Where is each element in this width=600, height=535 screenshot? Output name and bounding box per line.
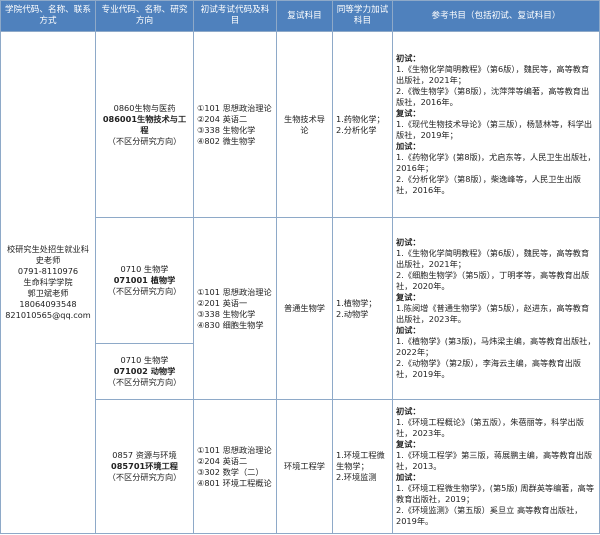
major-code-name: 086001生物技术与工程 <box>102 113 187 135</box>
reference-item: 2.《细胞生物学》（第5版），丁明孝等，高等教育出版社，2020年。 <box>396 270 590 291</box>
equivalent-cell: 1.植物学； 2.动物学 <box>332 217 393 400</box>
admissions-table: 学院代码、名称、联系方式 专业代码、名称、研究方向 初试考试代码及科目 复试科目… <box>0 0 600 534</box>
reference-heading: 初试： <box>396 406 421 416</box>
exam-subject: ①101 思想政治理论 <box>197 102 272 113</box>
equivalent-subject: 2.分析化学 <box>336 124 377 135</box>
header-major: 专业代码、名称、研究方向 <box>95 0 194 32</box>
reference-item: 1.《生物化学简明教程》（第6版），魏民等，高等教育出版社，2021年； <box>396 248 590 269</box>
reference-heading: 复试： <box>396 292 421 302</box>
major-category: 0860生物与医药 <box>113 102 176 113</box>
contact-email: 821010565@qq.com <box>5 309 91 320</box>
reference-heading: 初试： <box>396 53 421 63</box>
major-category: 0710 生物学 <box>120 355 169 365</box>
reference-item: 1.《环境工程微生物学》，(第5版) 周群英等编著，高等教育出版社，2019； <box>396 483 595 504</box>
reference-heading: 复试： <box>396 439 421 449</box>
exam-subject: ②201 英语一 <box>197 297 248 308</box>
reference-item: 2.《微生物学》（第8版），沈萍萍等编著，高等教育出版社，2016年。 <box>396 86 590 107</box>
major-code-name: 071001 植物学 <box>113 275 176 285</box>
header-exam-subjects: 初试考试代码及科目 <box>193 0 277 32</box>
table-row: 校研究生处招生就业科 史老师 0791-8110976 生命科学学院 郭卫斌老师… <box>0 31 600 534</box>
reference-heading: 加试： <box>396 472 421 482</box>
exam-subject: ③302 数学（二） <box>197 466 264 477</box>
reference-item: 1.《生物化学简明教程》（第6版），魏民等，高等教育出版社，2021年； <box>396 64 590 85</box>
major-category: 0710 生物学 <box>120 264 169 274</box>
contact-teacher2: 郭卫斌老师 <box>27 287 69 298</box>
reference-item: 1.《环境工程概论》（第五版），朱蓓丽等，科学出版社，2023年。 <box>396 417 584 438</box>
reference-item: 2.《分析化学》（第8版），柴逸峰等，人民卫生出版社，2016年。 <box>396 174 581 195</box>
equivalent-subject: 2.环境监测 <box>336 472 377 482</box>
major-cell: 0710 生物学 071001 植物学 （不区分研究方向） <box>95 217 194 344</box>
equivalent-subject: 1.植物学； <box>336 297 377 308</box>
retest-cell: 生物技术导论 <box>276 31 333 218</box>
equivalent-subject: 2.动物学 <box>336 308 369 319</box>
major-cell: 0710 生物学 071002 动物学 （不区分研究方向） <box>95 343 194 400</box>
major-code-name: 085701环境工程 <box>111 461 178 471</box>
header-college: 学院代码、名称、联系方式 <box>0 0 96 32</box>
contact-office: 校研究生处招生就业科 <box>7 243 89 254</box>
reference-item: 1.《现代生物技术导论》（第三版），杨慧林等，科学出版社，2019年； <box>396 119 593 140</box>
exam-cell: ①101 思想政治理论 ②204 英语二 ③338 生物化学 ④802 微生物学 <box>193 31 277 218</box>
reference-item: 2.《动物学》（第2版），李海云主编，高等教育出版社，2019年。 <box>396 358 581 379</box>
exam-subject: ③338 生物化学 <box>197 308 256 319</box>
major-direction: （不区分研究方向） <box>107 286 182 296</box>
header-retest: 复试科目 <box>276 0 333 32</box>
major-category: 0857 资源与环境 <box>112 450 177 460</box>
exam-subject: ①101 思想政治理论 <box>197 444 272 455</box>
equivalent-cell: 1.药物化学； 2.分析化学 <box>332 31 393 218</box>
exam-subject: ④802 微生物学 <box>197 135 256 146</box>
exam-subject: ②204 英语二 <box>197 455 248 466</box>
major-direction: （不区分研究方向） <box>107 377 182 387</box>
major-cell: 0860生物与医药 086001生物技术与工程 （不区分研究方向） <box>95 31 194 218</box>
contact-college: 生命科学学院 <box>23 276 73 287</box>
reference-item: 1.《药物化学》(第8版)，尤启东等，人民卫生出版社，2016年； <box>396 152 596 173</box>
major-cell: 0857 资源与环境 085701环境工程 （不区分研究方向） <box>95 399 194 534</box>
exam-subject: ④830 细胞生物学 <box>197 319 264 330</box>
references-cell: 初试： 1.《生物化学简明教程》（第6版），魏民等，高等教育出版社，2021年； 2… <box>392 31 600 218</box>
major-direction: （不区分研究方向） <box>107 135 182 146</box>
equivalent-subject: 1.环境工程微生物学； <box>336 450 385 471</box>
reference-item: 1.陈阅增《普通生物学》（第5版），赵进东，高等教育出版社，2023年。 <box>396 303 590 324</box>
contact-mobile: 18064093548 <box>19 298 77 309</box>
exam-subject: ③338 生物化学 <box>197 124 256 135</box>
equivalent-subject: 1.药物化学； <box>336 113 385 124</box>
header-equivalent: 同等学力加试科目 <box>332 0 393 32</box>
exam-subject: ④801 环境工程概论 <box>197 477 272 488</box>
header-references: 参考书目（包括初试、复试科目） <box>392 0 600 32</box>
equivalent-cell: 1.环境工程微生物学； 2.环境监测 <box>332 399 393 534</box>
reference-item: 1.《环境工程学》第三版，蒋展鹏主编，高等教育出版社，2013。 <box>396 450 593 471</box>
reference-item: 2.《环境监测》（第五版）奚旦立 高等教育出版社，2019年。 <box>396 505 583 526</box>
reference-heading: 初试： <box>396 237 421 247</box>
retest-cell: 普通生物学 <box>276 217 333 400</box>
retest-cell: 环境工程学 <box>276 399 333 534</box>
reference-item: 1.《植物学》(第3版)，马炜梁主编，高等教育出版社，2022年； <box>396 336 596 357</box>
references-cell: 初试： 1.《环境工程概论》（第五版），朱蓓丽等，科学出版社，2023年。 复试： 1… <box>392 399 600 534</box>
exam-subject: ①101 思想政治理论 <box>197 286 272 297</box>
exam-subject: ②204 英语二 <box>197 113 248 124</box>
major-direction: （不区分研究方向） <box>107 472 182 482</box>
references-cell: 初试： 1.《生物化学简明教程》（第6版），魏民等，高等教育出版社，2021年； 2… <box>392 217 600 400</box>
exam-cell: ①101 思想政治理论 ②204 英语二 ③302 数学（二） ④801 环境工… <box>193 399 277 534</box>
contact-teacher: 史老师 <box>35 254 61 265</box>
contact-cell: 校研究生处招生就业科 史老师 0791-8110976 生命科学学院 郭卫斌老师… <box>0 31 96 534</box>
contact-phone: 0791-8110976 <box>17 265 79 276</box>
reference-heading: 复试： <box>396 108 421 118</box>
header-row: 学院代码、名称、联系方式 专业代码、名称、研究方向 初试考试代码及科目 复试科目… <box>0 0 600 32</box>
exam-cell: ①101 思想政治理论 ②201 英语一 ③338 生物化学 ④830 细胞生物… <box>193 217 277 400</box>
reference-heading: 加试： <box>396 141 421 151</box>
major-code-name: 071002 动物学 <box>113 366 176 376</box>
reference-heading: 加试： <box>396 325 421 335</box>
